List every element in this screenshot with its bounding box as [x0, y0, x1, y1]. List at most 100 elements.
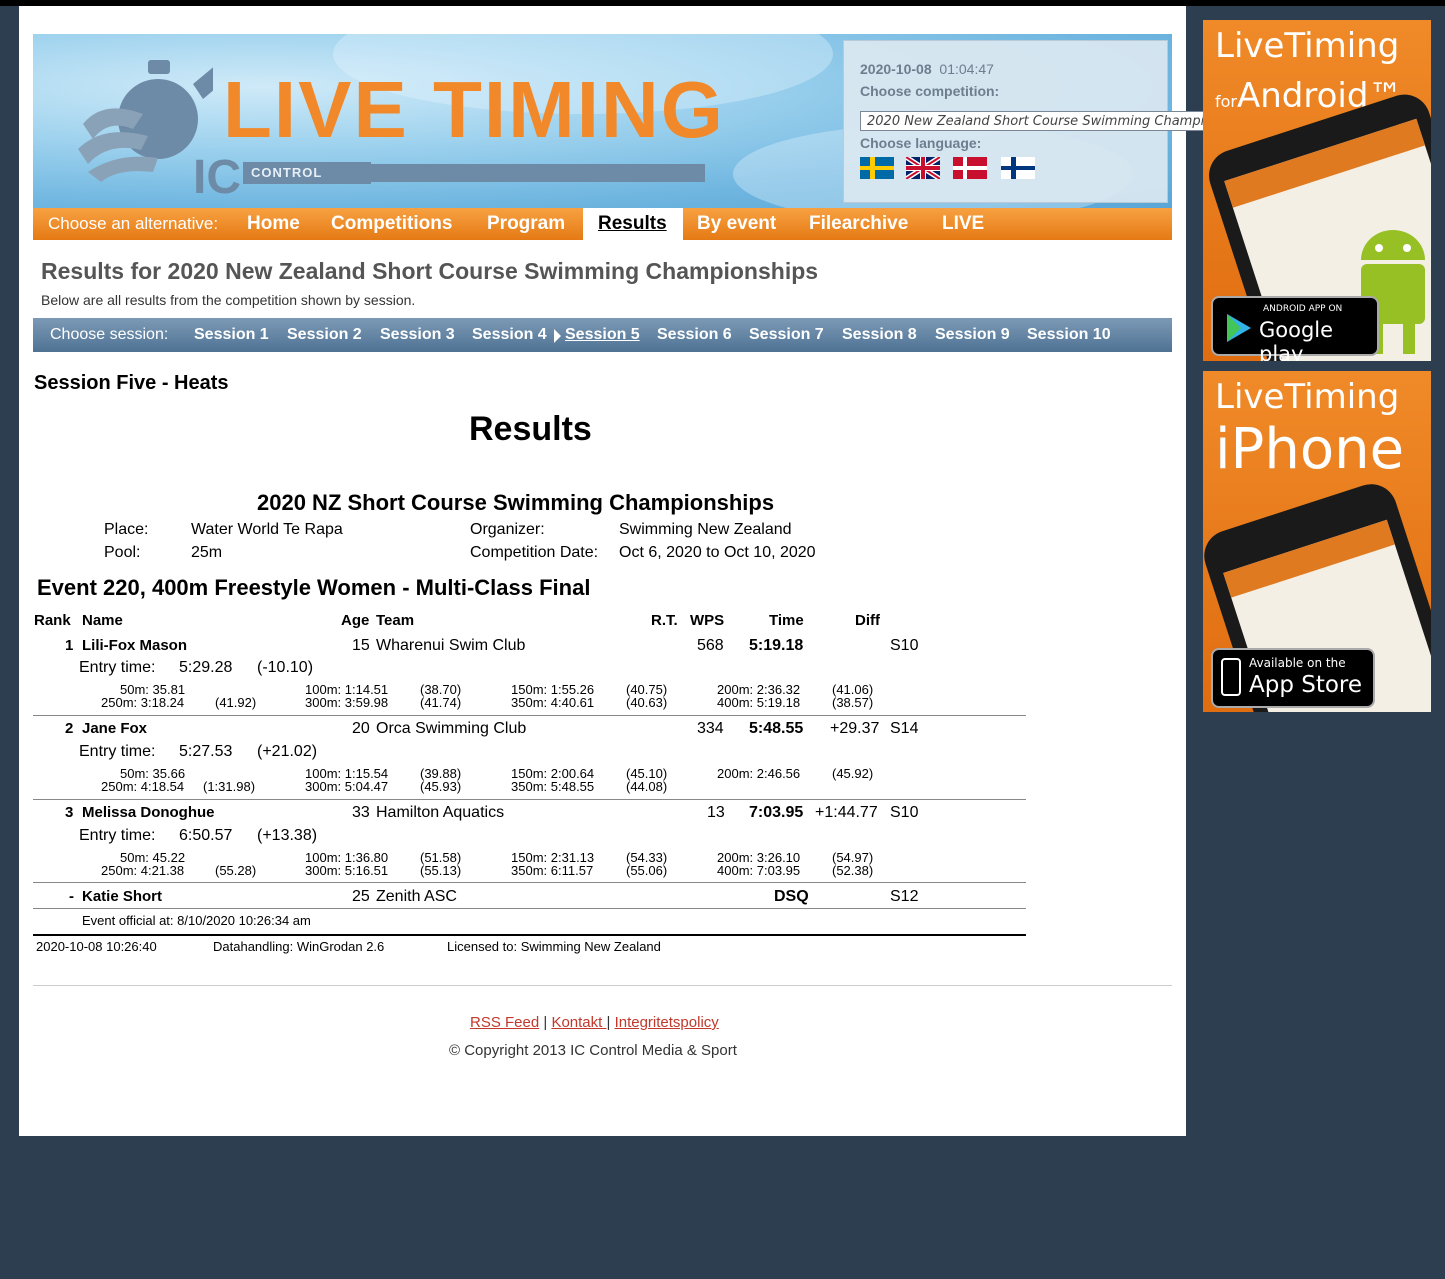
organizer-label: Organizer: [470, 521, 545, 538]
swimmer-name: Melissa Donoghue [82, 804, 215, 821]
time: 7:03.95 [749, 804, 804, 821]
team: Hamilton Aquatics [376, 804, 505, 821]
integritetspolicy-link[interactable]: Integritetspolicy [615, 1014, 719, 1031]
session-7-link[interactable]: Session 7 [749, 326, 824, 344]
split-diff: (55.13) [420, 863, 462, 878]
col-diff: Diff [855, 612, 880, 629]
logo-ic: IC [193, 151, 241, 204]
nav-filearchive[interactable]: Filearchive [809, 213, 908, 235]
session-2-link[interactable]: Session 2 [287, 326, 362, 344]
iphone-app-ad[interactable]: LiveTiming iPhone Available on the App S… [1203, 371, 1431, 712]
session-name: Session Five - Heats [34, 372, 229, 394]
wps: 568 [697, 637, 724, 654]
session-8-link[interactable]: Session 8 [842, 326, 917, 344]
footer-links: RSS Feed | Kontakt | Integritetspolicy [470, 1014, 719, 1031]
split: 250m: 4:18.54 [101, 779, 185, 794]
place-value: Water World Te Rapa [191, 521, 343, 538]
nav-program[interactable]: Program [487, 213, 565, 235]
iphone-ad-subtitle: iPhone [1215, 417, 1405, 482]
class: S14 [890, 720, 919, 737]
row-separator [33, 882, 1026, 883]
entry-diff: (-10.10) [257, 659, 314, 676]
team: Wharenui Swim Club [376, 637, 526, 654]
main-nav: Choose an alternative: Home Competitions… [33, 208, 1172, 240]
time: 5:48.55 [749, 720, 804, 737]
class: S10 [890, 804, 919, 821]
main-content: LIVE TIMING IC CONTROL 2020-10-08 01:04:… [19, 6, 1284, 1136]
competition-info-box: 2020-10-08 01:04:47 Choose competition: … [843, 40, 1284, 203]
session-1-link[interactable]: Session 1 [194, 326, 269, 344]
diff: +1:44.77 [815, 804, 878, 821]
class: S10 [890, 637, 919, 654]
split: 400m: 5:19.18 [717, 695, 801, 710]
competition-name: 2020 NZ Short Course Swimming Championsh… [257, 490, 775, 515]
session-10-link[interactable]: Session 10 [1027, 326, 1111, 344]
place-label: Place: [104, 521, 149, 538]
session-4-link[interactable]: Session 4 [472, 326, 547, 344]
split-diff: (55.06) [626, 863, 668, 878]
nav-home[interactable]: Home [247, 213, 300, 235]
col-age: Age [341, 612, 370, 629]
nav-live[interactable]: LIVE [942, 213, 984, 235]
session-bar: Choose session: Session 1 Session 2 Sess… [33, 318, 1172, 352]
team: Zenith ASC [376, 888, 457, 905]
rss-feed-link[interactable]: RSS Feed [470, 1014, 539, 1031]
nav-competitions[interactable]: Competitions [331, 213, 452, 235]
competition-date-label: Competition Date: [470, 544, 599, 561]
pool-label: Pool: [104, 544, 141, 561]
rank: 1 [65, 637, 74, 654]
google-play-icon [1227, 314, 1251, 342]
split: 250m: 4:21.38 [101, 863, 185, 878]
entry-diff: (+21.02) [257, 743, 318, 760]
results-timestamp: 2020-10-08 10:26:40 [36, 939, 157, 954]
split: 400m: 7:03.95 [717, 863, 801, 878]
rank: 2 [65, 720, 74, 737]
split-diff: (40.63) [626, 695, 668, 710]
kontakt-link[interactable]: Kontakt [551, 1014, 606, 1031]
swimmer-name: Lili-Fox Mason [82, 637, 187, 654]
logo-bar [368, 164, 705, 182]
nav-results-label: Results [598, 213, 667, 234]
time: 5:19.18 [749, 637, 804, 654]
session-6-link[interactable]: Session 6 [657, 326, 732, 344]
uk-flag-icon[interactable] [906, 157, 940, 179]
licensed-to: Licensed to: Swimming New Zealand [447, 939, 661, 954]
split-diff: (38.57) [832, 695, 874, 710]
finnish-flag-icon[interactable] [1001, 157, 1035, 179]
current-date: 2020-10-08 [860, 61, 932, 77]
row-separator [33, 799, 1026, 800]
swedish-flag-icon[interactable] [860, 157, 894, 179]
entry-time: 5:29.28 [179, 659, 233, 676]
split: 350m: 6:11.57 [511, 863, 594, 878]
split: 300m: 5:04.47 [305, 779, 389, 794]
event-official: Event official at: 8/10/2020 10:26:34 am [82, 913, 311, 928]
age: 20 [352, 720, 370, 737]
age: 15 [352, 637, 370, 654]
session-5-link[interactable]: Session 5 [565, 326, 640, 344]
col-rt: R.T. [651, 612, 678, 629]
datetime: 2020-10-08 01:04:47 [860, 61, 994, 77]
danish-flag-icon[interactable] [953, 157, 987, 179]
competition-date-value: Oct 6, 2020 to Oct 10, 2020 [619, 544, 816, 561]
session-3-link[interactable]: Session 3 [380, 326, 455, 344]
split: 250m: 3:18.24 [101, 695, 185, 710]
session-9-link[interactable]: Session 9 [935, 326, 1010, 344]
split-diff: (45.92) [832, 766, 874, 781]
nav-results[interactable]: Results [583, 208, 683, 240]
app-store-badge[interactable]: Available on the App Store [1211, 648, 1375, 708]
row-separator [33, 908, 1026, 909]
nav-by-event[interactable]: By event [697, 213, 776, 235]
google-play-badge[interactable]: ANDROID APP ON Google play [1211, 296, 1379, 361]
split-diff: (41.92) [215, 695, 257, 710]
split: 300m: 3:59.98 [305, 695, 389, 710]
team: Orca Swimming Club [376, 720, 527, 737]
entry-label: Entry time: [79, 659, 156, 676]
split: 350m: 5:48.55 [511, 779, 595, 794]
entry-label: Entry time: [79, 827, 156, 844]
android-app-ad[interactable]: LiveTiming forAndroid™ ANDROID APP ON Go… [1203, 20, 1431, 361]
stopwatch-hand-logo-icon [78, 60, 213, 182]
phone-app-header [1224, 118, 1426, 208]
col-team: Team [376, 612, 415, 629]
page-subtitle: Below are all results from the competiti… [41, 292, 416, 308]
logo-wordmark: LIVE TIMING [223, 65, 725, 154]
